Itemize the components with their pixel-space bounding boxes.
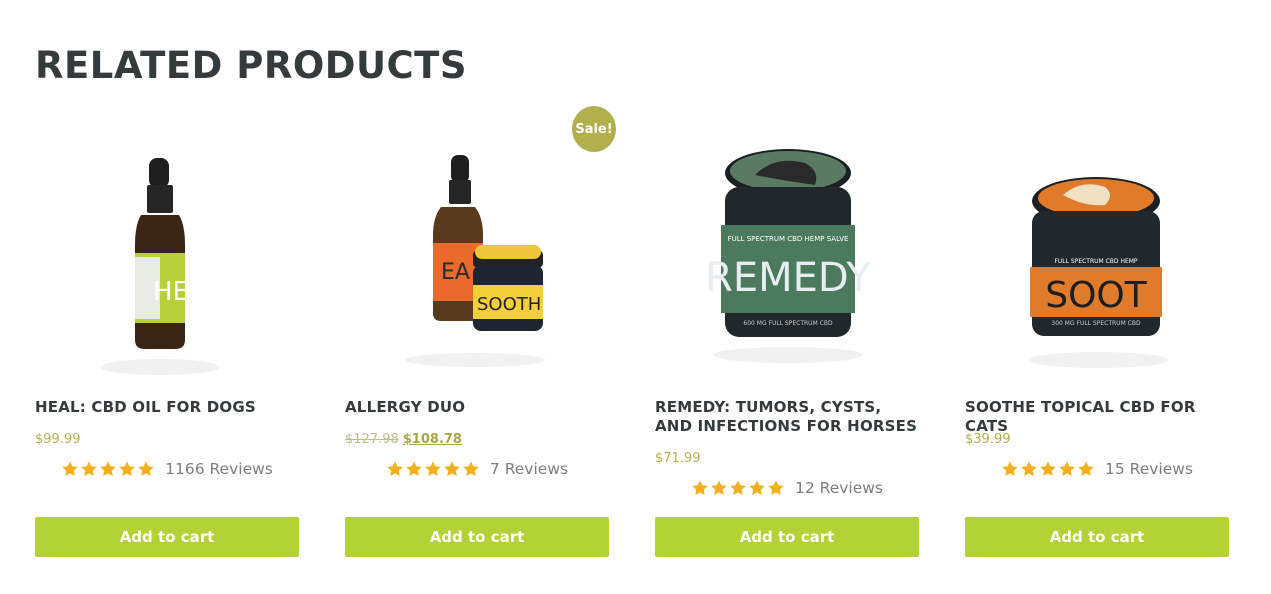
star-icon (749, 480, 765, 496)
star-icon (1021, 461, 1037, 477)
product-price: $127.98 $108.78 (345, 432, 462, 447)
star-icon (730, 480, 746, 496)
product-image-allergy-duo[interactable]: EA SOOTH (345, 135, 609, 380)
svg-text:HEA: HEA (153, 277, 207, 307)
rating-stars (1001, 460, 1095, 478)
original-price: $127.98 (345, 432, 399, 447)
product-image-heal[interactable]: HEA (35, 135, 299, 380)
star-icon (444, 461, 460, 477)
add-to-cart-button[interactable]: Add to cart (655, 517, 919, 557)
review-count[interactable]: 1166 Reviews (165, 460, 273, 478)
product-rating: 1166 Reviews (35, 460, 299, 478)
rating-stars (691, 479, 785, 497)
product-card-remedy: FULL SPECTRUM CBD HEMP SALVE REMEDY 600 … (655, 100, 919, 570)
star-icon (62, 461, 78, 477)
product-price: $71.99 (655, 451, 701, 466)
product-title[interactable]: REMEDY: TUMORS, CYSTS, AND INFECTIONS FO… (655, 398, 919, 436)
product-card-soothe-cats: FULL SPECTRUM CBD HEMP SOOT 300 MG FULL … (965, 100, 1229, 570)
svg-text:EA: EA (441, 260, 470, 285)
star-icon (425, 461, 441, 477)
star-icon (711, 480, 727, 496)
svg-text:600 MG FULL SPECTRUM CBD: 600 MG FULL SPECTRUM CBD (743, 320, 833, 327)
product-image-soothe-cats[interactable]: FULL SPECTRUM CBD HEMP SOOT 300 MG FULL … (965, 135, 1229, 380)
star-icon (768, 480, 784, 496)
product-price: $39.99 (965, 432, 1011, 447)
product-rating: 15 Reviews (965, 460, 1229, 478)
star-icon (1002, 461, 1018, 477)
svg-text:FULL SPECTRUM CBD HEMP SALVE: FULL SPECTRUM CBD HEMP SALVE (728, 235, 849, 243)
star-icon (1078, 461, 1094, 477)
star-icon (1059, 461, 1075, 477)
svg-text:SOOT: SOOT (1045, 275, 1148, 316)
star-icon (692, 480, 708, 496)
review-count[interactable]: 15 Reviews (1105, 460, 1193, 478)
product-title[interactable]: SOOTHE TOPICAL CBD FOR CATS (965, 398, 1229, 436)
star-icon (1040, 461, 1056, 477)
product-title[interactable]: HEAL: CBD OIL FOR DOGS (35, 398, 299, 417)
star-icon (387, 461, 403, 477)
product-image-remedy[interactable]: FULL SPECTRUM CBD HEMP SALVE REMEDY 600 … (655, 135, 919, 380)
product-card-heal: HEA HEAL: CBD OIL FOR DOGS $99.99 1166 R… (35, 100, 299, 570)
star-icon (100, 461, 116, 477)
star-icon (138, 461, 154, 477)
star-icon (406, 461, 422, 477)
sale-price: $108.78 (402, 432, 462, 447)
svg-text:300 MG FULL SPECTRUM CBD: 300 MG FULL SPECTRUM CBD (1051, 320, 1141, 327)
product-rating: 12 Reviews (655, 479, 919, 497)
review-count[interactable]: 12 Reviews (795, 479, 883, 497)
review-count[interactable]: 7 Reviews (490, 460, 568, 478)
star-icon (81, 461, 97, 477)
star-icon (463, 461, 479, 477)
svg-text:FULL SPECTRUM CBD HEMP: FULL SPECTRUM CBD HEMP (1054, 258, 1137, 265)
star-icon (119, 461, 135, 477)
rating-stars (386, 460, 480, 478)
add-to-cart-button[interactable]: Add to cart (35, 517, 299, 557)
rating-stars (61, 460, 155, 478)
section-title: RELATED PRODUCTS (35, 44, 468, 87)
add-to-cart-button[interactable]: Add to cart (965, 517, 1229, 557)
svg-text:REMEDY: REMEDY (705, 255, 871, 301)
product-rating: 7 Reviews (345, 460, 609, 478)
product-title[interactable]: ALLERGY DUO (345, 398, 609, 417)
svg-text:SOOTH: SOOTH (477, 294, 541, 315)
add-to-cart-button[interactable]: Add to cart (345, 517, 609, 557)
product-card-allergy-duo: Sale! EA SOOTH ALLERGY DUO $127.98 $108.7… (345, 100, 616, 570)
product-price: $99.99 (35, 432, 81, 447)
